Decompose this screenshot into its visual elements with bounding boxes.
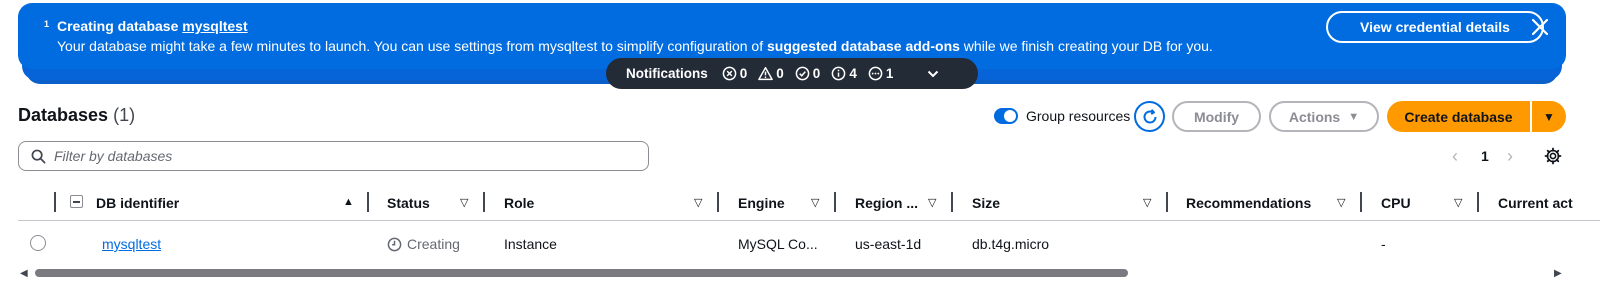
close-icon[interactable] bbox=[1528, 15, 1552, 39]
page-title-text: Databases bbox=[18, 105, 109, 125]
table-header: DB identifier ▲ Status ▽ Role ▽ Engine ▽… bbox=[18, 187, 1600, 221]
column-separator bbox=[834, 192, 836, 212]
modify-button[interactable]: Modify bbox=[1172, 101, 1261, 132]
column-separator bbox=[1360, 192, 1362, 212]
pagination-prev-icon[interactable]: ‹ bbox=[1452, 146, 1466, 166]
error-icon bbox=[722, 66, 737, 81]
notif-info: 4 bbox=[831, 66, 857, 81]
column-separator bbox=[1166, 192, 1168, 212]
chevron-down-icon[interactable] bbox=[926, 67, 940, 81]
sort-icon[interactable]: ▽ bbox=[694, 196, 702, 209]
column-separator bbox=[483, 192, 485, 212]
col-engine[interactable]: Engine bbox=[738, 195, 785, 211]
sort-ascending-icon[interactable]: ▲ bbox=[343, 196, 354, 208]
horizontal-scrollbar-thumb[interactable] bbox=[35, 269, 1128, 277]
flash-message: Your database might take a few minutes t… bbox=[57, 38, 1213, 54]
notif-success: 0 bbox=[795, 66, 821, 81]
column-separator bbox=[54, 192, 56, 212]
notif-success-count: 0 bbox=[812, 66, 821, 81]
notif-error-count: 0 bbox=[739, 66, 748, 81]
region-cell: us-east-1d bbox=[855, 236, 922, 252]
notifications-label: Notifications bbox=[626, 66, 708, 81]
role-cell: Instance bbox=[504, 236, 557, 252]
group-resources-label: Group resources bbox=[1026, 108, 1131, 124]
col-status[interactable]: Status bbox=[387, 195, 430, 211]
view-credential-details-button[interactable]: View credential details bbox=[1326, 11, 1544, 43]
sort-icon[interactable]: ▽ bbox=[1143, 196, 1151, 209]
notif-info-count: 4 bbox=[849, 66, 857, 81]
create-database-button[interactable]: Create database bbox=[1387, 101, 1530, 132]
sort-icon[interactable]: ▽ bbox=[1454, 196, 1462, 209]
success-icon bbox=[795, 66, 810, 81]
scroll-left-arrow-icon[interactable]: ◀ bbox=[20, 268, 28, 279]
gear-icon[interactable] bbox=[1544, 147, 1562, 165]
notif-in-progress-count: 1 bbox=[885, 66, 894, 81]
pagination-page[interactable]: 1 bbox=[1481, 148, 1489, 164]
column-separator bbox=[367, 192, 369, 212]
col-current-activity[interactable]: Current act bbox=[1498, 195, 1573, 211]
flash-message-bold: suggested database add-ons bbox=[766, 38, 960, 54]
flash-count: 1 bbox=[44, 19, 50, 29]
col-region[interactable]: Region ... bbox=[855, 195, 918, 211]
flash-title-db-link[interactable]: mysqltest bbox=[182, 18, 247, 34]
table-row: mysqltest Creating Instance MySQL Co... … bbox=[0, 228, 1600, 260]
pagination-next-icon[interactable]: › bbox=[1507, 146, 1521, 166]
caret-down-icon: ▼ bbox=[1543, 109, 1555, 124]
status-cell: Creating bbox=[387, 236, 460, 252]
refresh-button[interactable] bbox=[1134, 101, 1165, 132]
col-db-identifier[interactable]: DB identifier bbox=[96, 195, 179, 211]
notif-in-progress: 1 bbox=[868, 66, 894, 81]
notif-warning: 0 bbox=[758, 66, 784, 81]
col-recommendations[interactable]: Recommendations bbox=[1186, 195, 1311, 211]
filter-databases-input[interactable] bbox=[54, 148, 614, 164]
refresh-icon bbox=[1143, 108, 1157, 123]
status-text: Creating bbox=[407, 236, 460, 252]
sort-icon[interactable]: ▽ bbox=[460, 196, 468, 209]
actions-button[interactable]: Actions ▼ bbox=[1269, 101, 1379, 132]
search-icon bbox=[31, 149, 46, 163]
column-separator bbox=[1477, 192, 1479, 212]
page-title: Databases (1) bbox=[18, 105, 135, 126]
caret-down-icon: ▼ bbox=[1348, 110, 1360, 123]
scroll-right-arrow-icon[interactable]: ▶ bbox=[1554, 268, 1562, 279]
notif-error: 0 bbox=[722, 66, 748, 81]
create-database-dropdown[interactable]: ▼ bbox=[1532, 101, 1566, 132]
expand-all-checkbox[interactable] bbox=[70, 195, 83, 208]
notif-warning-count: 0 bbox=[776, 66, 784, 81]
group-resources-toggle[interactable] bbox=[994, 108, 1018, 124]
info-icon bbox=[831, 66, 846, 81]
in-progress-icon bbox=[868, 66, 883, 81]
column-separator bbox=[951, 192, 953, 212]
col-cpu[interactable]: CPU bbox=[1381, 195, 1411, 211]
database-count: (1) bbox=[113, 105, 136, 125]
warning-icon bbox=[758, 66, 774, 81]
notifications-bar[interactable]: Notifications 0 0 0 4 1 bbox=[606, 58, 978, 89]
sort-icon[interactable]: ▽ bbox=[811, 196, 819, 209]
flash-title: Creating database mysqltest bbox=[57, 18, 248, 34]
cpu-cell: - bbox=[1381, 236, 1386, 252]
engine-cell: MySQL Co... bbox=[738, 236, 818, 252]
flash-message-text-end: while we finish creating your DB for you… bbox=[959, 38, 1213, 54]
actions-label: Actions bbox=[1288, 108, 1341, 125]
sort-icon[interactable]: ▽ bbox=[928, 196, 936, 209]
filter-box bbox=[18, 141, 649, 171]
column-separator bbox=[717, 192, 719, 212]
clock-icon bbox=[387, 237, 402, 251]
flash-title-prefix: Creating database bbox=[57, 18, 183, 34]
col-role[interactable]: Role bbox=[504, 195, 534, 211]
flash-message-text: Your database might take a few minutes t… bbox=[57, 38, 767, 54]
row-select-radio[interactable] bbox=[30, 235, 46, 251]
db-identifier-link[interactable]: mysqltest bbox=[102, 236, 161, 252]
sort-icon[interactable]: ▽ bbox=[1337, 196, 1345, 209]
col-size[interactable]: Size bbox=[972, 195, 1000, 211]
size-cell: db.t4g.micro bbox=[972, 236, 1050, 252]
